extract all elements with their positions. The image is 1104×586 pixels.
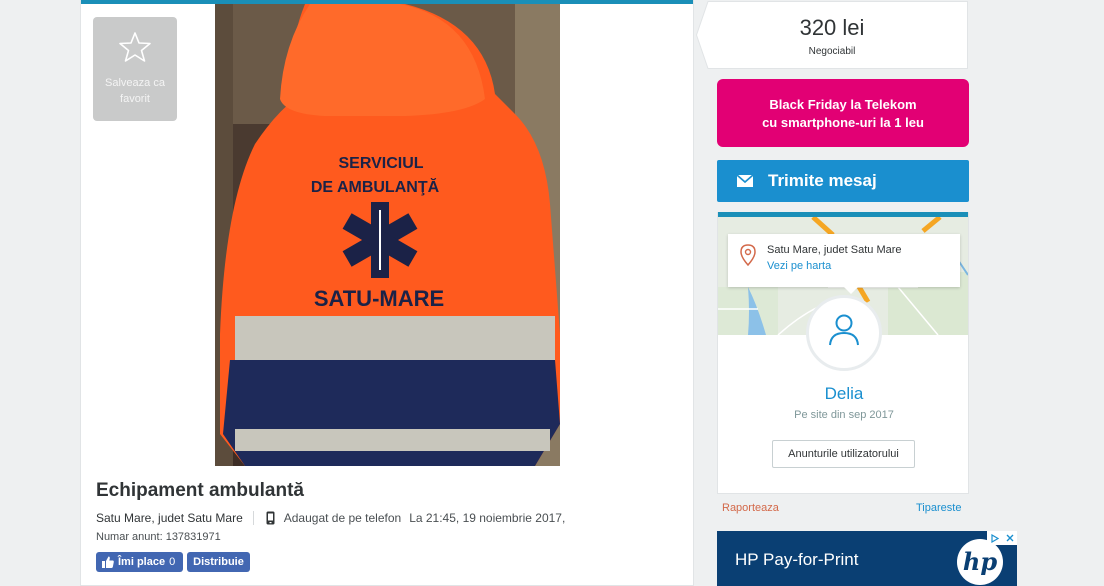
listing-meta: Satu Mare, judet Satu Mare Adaugat de pe… — [96, 510, 565, 526]
report-link[interactable]: Raporteaza — [722, 502, 779, 514]
seller-location: Satu Mare, judet Satu Mare — [767, 244, 902, 256]
promo-line-1: Black Friday la Telekom — [769, 97, 917, 112]
hp-ad-banner[interactable]: HP Pay-for-Print hp — [717, 531, 1017, 586]
close-icon[interactable] — [1006, 534, 1014, 542]
ad-number: Numar anunt: 137831971 — [96, 531, 221, 543]
added-timestamp: La 21:45, 19 noiembrie 2017, — [409, 511, 566, 525]
print-link[interactable]: Tipareste — [916, 502, 961, 514]
seller-card: Satu Mare, judet Satu Mare Vezi pe harta… — [717, 212, 969, 494]
facebook-like-label: Îmi place — [118, 556, 166, 568]
facebook-like-button[interactable]: Îmi place 0 — [96, 552, 183, 572]
photo-text-1: SERVICIUL — [338, 155, 423, 172]
member-since: Pe site din sep 2017 — [794, 409, 894, 421]
location-pin-icon — [740, 244, 756, 266]
photo-text-2: DE AMBULANŢĂ — [311, 177, 440, 196]
send-message-label: Trimite mesaj — [768, 171, 877, 190]
hp-logo-text: hp — [963, 547, 997, 576]
save-favorite-label: Salveaza ca favorit — [105, 77, 165, 105]
listing-card: Salveaza ca favorit SERVICIUL DE AMBULAN… — [80, 0, 694, 586]
hp-ad-text: HP Pay-for-Print — [735, 550, 859, 569]
photo-text-3: SATU-MARE — [314, 286, 444, 311]
phone-icon — [266, 511, 275, 525]
star-icon — [119, 32, 151, 62]
telekom-promo-banner[interactable]: Black Friday la Telekom cu smartphone-ur… — [717, 79, 969, 147]
save-favorite-button[interactable]: Salveaza ca favorit — [93, 17, 177, 121]
jacket-photo-image: SERVICIUL DE AMBULANŢĂ SATU-MARE — [215, 4, 560, 466]
listing-location: Satu Mare, judet Satu Mare — [96, 511, 243, 525]
listing-photo[interactable]: SERVICIUL DE AMBULANŢĂ SATU-MARE — [215, 4, 560, 466]
price-negotiable: Negociabil — [808, 46, 856, 57]
meta-divider — [252, 511, 254, 525]
envelope-icon — [737, 175, 753, 187]
promo-line-2: cu smartphone-uri la 1 leu — [762, 115, 924, 130]
listing-title: Echipament ambulantă — [96, 480, 304, 501]
seller-avatar[interactable] — [806, 295, 882, 371]
price-box: 320 lei Negociabil — [696, 1, 968, 69]
ad-choices-icon — [990, 533, 999, 543]
facebook-like-count: 0 — [169, 556, 176, 568]
added-from-phone: Adaugat de pe telefon — [283, 511, 402, 525]
ad-choices[interactable] — [987, 531, 1017, 545]
popup-notch — [844, 287, 858, 294]
map-location-popup: Satu Mare, judet Satu Mare Vezi pe harta — [728, 234, 960, 294]
seller-name[interactable]: Delia — [718, 384, 968, 404]
facebook-share-button[interactable]: Distribuie — [187, 552, 250, 572]
view-on-map-link[interactable]: Vezi pe harta — [767, 260, 831, 272]
user-ads-button[interactable]: Anunturile utilizatorului — [772, 440, 915, 468]
thumbs-up-icon — [102, 556, 114, 568]
price-amount: 320 lei — [799, 15, 865, 40]
send-message-button[interactable]: Trimite mesaj — [717, 160, 969, 202]
user-icon — [829, 314, 859, 346]
